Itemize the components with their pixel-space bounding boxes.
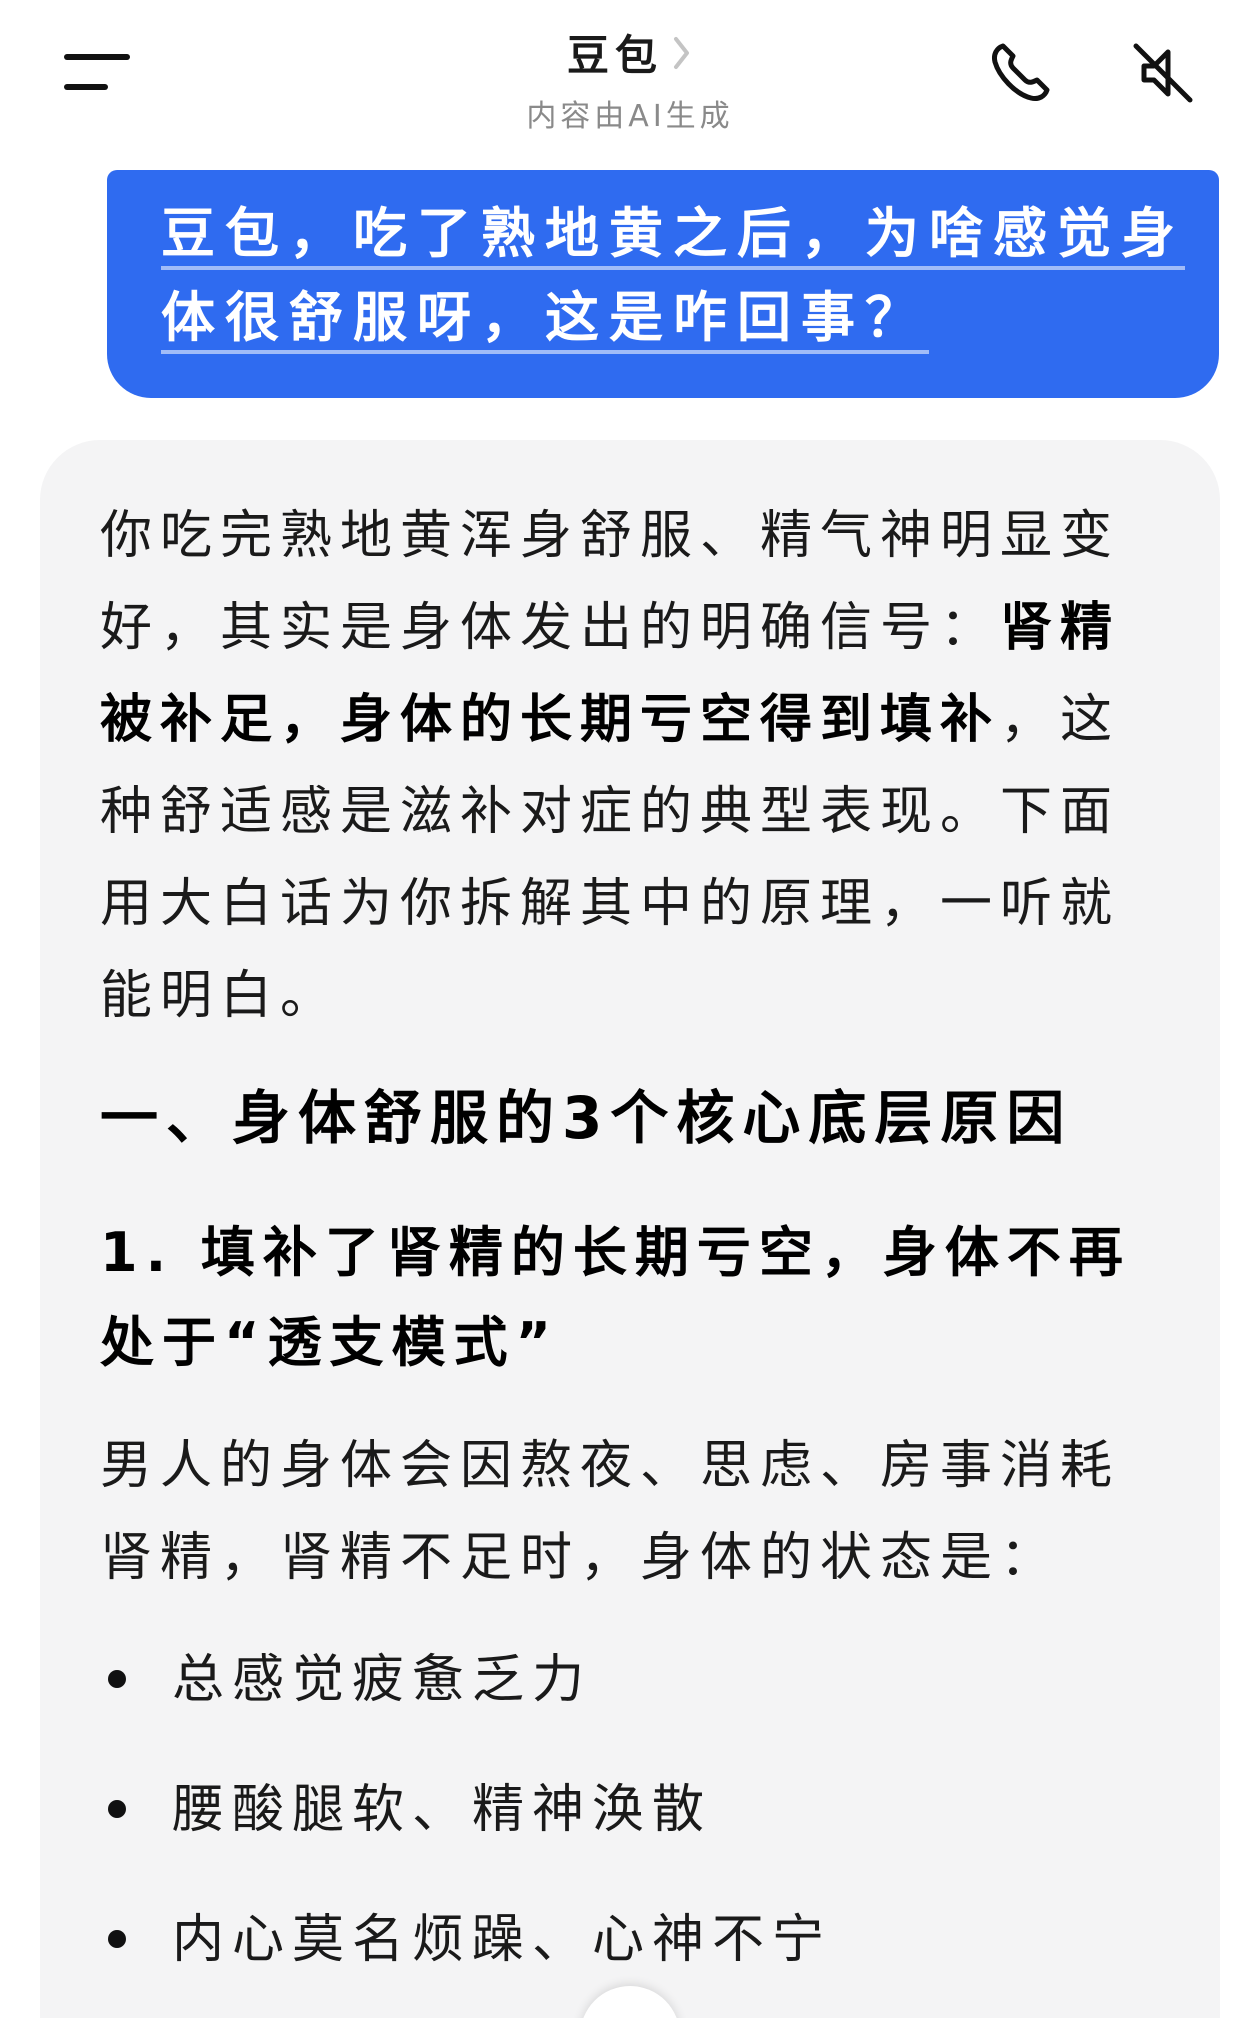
section-heading: 一、身体舒服的3个核心底层原因 <box>100 1084 1073 1152</box>
user-message-bubble[interactable]: 豆包，吃了熟地黄之后，为啥感觉身 体很舒服呀，这是咋回事？ <box>107 170 1219 398</box>
menu-line <box>64 84 108 90</box>
reply-intro-text: 你吃完熟地黄浑身舒服、精气神明显变好，其实是身体发出的明确信号： <box>100 506 1121 658</box>
speaker-muted-icon[interactable] <box>1128 38 1198 108</box>
list-item-text: 腰酸腿软、精神涣散 <box>172 1780 713 1840</box>
ai-disclaimer: 内容由AI生成 <box>526 99 734 134</box>
reply-paragraph: 男人的身体会因熬夜、思虑、房事消耗肾精，肾精不足时，身体的状态是： <box>100 1436 1121 1588</box>
title-block: 豆包 内容由AI生成 <box>430 22 830 135</box>
list-item: 总感觉疲惫乏力 <box>100 1640 1160 1770</box>
chevron-right-icon <box>674 36 689 69</box>
list-item-text: 内心莫名烦躁、心神不宁 <box>172 1910 833 1970</box>
bot-title-button[interactable]: 豆包 <box>567 22 693 83</box>
list-item-text: 总感觉疲惫乏力 <box>172 1650 593 1710</box>
top-bar: 豆包 内容由AI生成 <box>0 0 1260 160</box>
hamburger-menu-icon[interactable] <box>64 54 130 94</box>
user-message-line: 豆包，吃了熟地黄之后，为啥感觉身 <box>161 202 1185 265</box>
user-message-line: 体很舒服呀，这是咋回事？ <box>161 286 929 349</box>
chat-screen: 豆包 内容由AI生成 豆包，吃了熟地黄之后，为啥感觉身 体很舒服呀，这是咋回事？… <box>0 0 1260 2018</box>
reply-intro-paragraph: 你吃完熟地黄浑身舒服、精气神明显变好，其实是身体发出的明确信号：肾精被补足，身体… <box>100 490 1160 1042</box>
bullet-dot <box>108 1800 126 1818</box>
bullet-dot <box>108 1670 126 1688</box>
phone-icon[interactable] <box>985 38 1055 108</box>
bot-name: 豆包 <box>566 31 663 80</box>
symptom-list: 总感觉疲惫乏力 腰酸腿软、精神涣散 内心莫名烦躁、心神不宁 <box>100 1640 1160 2018</box>
menu-line <box>64 54 130 60</box>
list-item: 腰酸腿软、精神涣散 <box>100 1770 1160 1900</box>
bullet-dot <box>108 1930 126 1948</box>
subsection-heading: 1. 填补了肾精的长期亏空，身体不再处于“透支模式” <box>100 1221 1131 1374</box>
